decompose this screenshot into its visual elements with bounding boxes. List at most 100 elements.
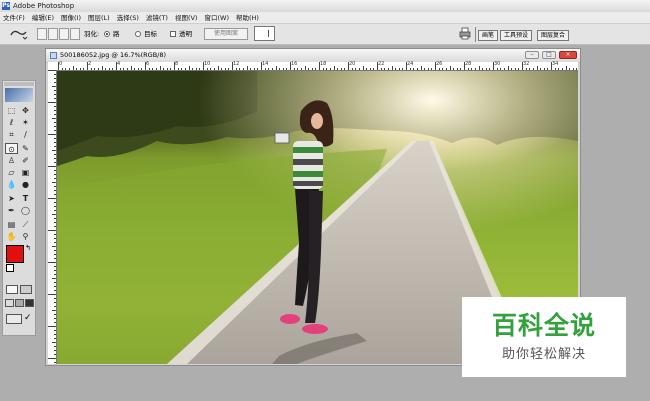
shape-tool-icon[interactable]: ◯ — [19, 205, 32, 216]
radio-target[interactable] — [135, 31, 141, 37]
photoshop-logo-icon: Ps — [2, 2, 10, 10]
tool-preset-picker[interactable] — [8, 27, 30, 41]
ruler-tick — [543, 68, 545, 70]
path-selection-tool-icon[interactable]: ➤ — [5, 193, 18, 204]
ruler-number: 34 — [552, 61, 559, 67]
gradient-tool-icon[interactable]: ▣ — [19, 167, 32, 178]
move-tool-icon[interactable]: ✥ — [19, 105, 32, 116]
ruler-tick — [48, 70, 56, 71]
new-selection-button[interactable] — [37, 28, 47, 40]
use-pattern-button[interactable]: 使用图案 — [204, 28, 248, 40]
crop-tool-icon[interactable]: ⌗ — [5, 129, 18, 140]
toolbox-grip[interactable] — [4, 82, 34, 86]
palette-tab-brushes[interactable]: 画笔 — [478, 30, 499, 41]
eyedropper-tool-icon[interactable]: ⟋ — [19, 219, 32, 230]
vertical-ruler[interactable] — [48, 70, 57, 364]
ruler-tick — [569, 68, 571, 70]
ruler-tick — [54, 282, 56, 283]
eraser-tool-icon[interactable]: ▱ — [5, 167, 18, 178]
palette-tab-layer-comps[interactable]: 图层复合 — [537, 30, 570, 41]
quick-mask-mode-icon[interactable] — [20, 285, 32, 294]
ruler-tick — [221, 68, 223, 70]
ruler-tick — [54, 206, 56, 207]
notes-tool-icon[interactable]: ▤ — [5, 219, 18, 230]
ruler-number: 16 — [291, 61, 298, 67]
add-selection-button[interactable] — [48, 28, 58, 40]
type-tool-icon[interactable]: T — [19, 193, 32, 204]
print-icon[interactable] — [458, 27, 472, 40]
ruler-tick — [511, 68, 513, 70]
history-brush-tool-icon[interactable]: ✐ — [19, 155, 32, 166]
radio-path[interactable] — [104, 31, 110, 37]
blur-tool-icon[interactable]: 💧 — [5, 179, 18, 190]
ruler-tick — [500, 68, 502, 70]
menu-file[interactable]: 文件(F) — [3, 13, 25, 23]
foreground-color-swatch[interactable] — [6, 245, 24, 263]
ruler-tick — [453, 68, 455, 70]
ruler-tick — [478, 66, 480, 70]
subtract-selection-button[interactable] — [59, 28, 69, 40]
ruler-tick — [253, 68, 255, 70]
ruler-tick — [271, 68, 273, 70]
ruler-tick — [123, 68, 125, 70]
patch-tool-icon-selected[interactable]: ⊙ — [5, 143, 18, 154]
lasso-tool-icon[interactable]: ℓ — [5, 117, 18, 128]
ruler-tick — [141, 68, 143, 70]
ruler-number: 28 — [465, 61, 472, 67]
ruler-tick — [54, 250, 56, 251]
ruler-tick — [94, 68, 96, 70]
watermark-logo: 百科全说 助你轻松解决 — [462, 297, 626, 377]
menu-layer[interactable]: 图层(L) — [88, 13, 110, 23]
menu-window[interactable]: 窗口(W) — [204, 13, 229, 23]
standard-mode-icon[interactable] — [6, 285, 18, 294]
menu-help[interactable]: 帮助(H) — [236, 13, 259, 23]
ruler-tick — [391, 66, 393, 70]
intersect-selection-button[interactable] — [70, 28, 80, 40]
ruler-tick — [522, 62, 523, 70]
pattern-picker[interactable] — [254, 26, 275, 41]
feather-logo-icon[interactable] — [5, 88, 33, 102]
marquee-tool-icon[interactable]: ⬚ — [5, 105, 18, 116]
ruler-tick — [485, 68, 487, 70]
default-colors-icon[interactable] — [6, 264, 14, 272]
minimize-button[interactable]: – — [525, 51, 539, 59]
zoom-tool-icon[interactable]: ⚲ — [19, 231, 32, 242]
screen-mode-full-icon[interactable] — [25, 299, 34, 307]
menu-select[interactable]: 选择(S) — [117, 13, 139, 23]
radio-target-label: 目标 — [144, 30, 157, 38]
swap-colors-icon[interactable]: ↰ — [25, 244, 31, 252]
maximize-button[interactable]: □ — [542, 51, 556, 59]
menu-edit[interactable]: 编辑(E) — [32, 13, 54, 23]
ruler-tick — [416, 68, 418, 70]
palette-tab-tool-presets[interactable]: 工具预设 — [500, 30, 533, 41]
close-button[interactable]: × — [559, 51, 577, 59]
ruler-tick — [435, 62, 436, 70]
menu-filter[interactable]: 滤镜(T) — [146, 13, 168, 23]
ruler-tick — [496, 68, 498, 70]
hand-tool-icon[interactable]: ✋ — [5, 231, 18, 242]
magic-wand-tool-icon[interactable]: ✶ — [19, 117, 32, 128]
ruler-tick — [54, 122, 56, 123]
brush-tool-icon[interactable]: ✎ — [19, 143, 32, 154]
ruler-tick — [192, 68, 194, 70]
clone-stamp-tool-icon[interactable]: ♙ — [5, 155, 18, 166]
transparent-checkbox[interactable] — [170, 31, 176, 37]
menu-image[interactable]: 图像(I) — [61, 13, 81, 23]
ruler-tick — [576, 68, 578, 70]
ruler-tick — [351, 68, 353, 70]
horizontal-ruler[interactable]: 0 2 4 6 8 10 12 14 16 18 20 22 24 26 28 30 32 34 — [56, 62, 578, 71]
ruler-tick — [119, 68, 121, 70]
menu-view[interactable]: 视图(V) — [175, 13, 198, 23]
jump-to-imageready-icon[interactable] — [6, 314, 22, 324]
screen-mode-full-menu-icon[interactable] — [15, 299, 24, 307]
screen-mode-standard-icon[interactable] — [5, 299, 14, 307]
ruler-tick — [145, 62, 146, 70]
ruler-tick — [177, 68, 179, 70]
slice-tool-icon[interactable]: ∕ — [19, 129, 32, 140]
dodge-tool-icon[interactable]: ● — [19, 179, 32, 190]
ruler-tick — [319, 62, 320, 70]
ruler-tick — [48, 134, 56, 135]
pen-tool-icon[interactable]: ✒ — [5, 205, 18, 216]
ruler-tick — [547, 68, 549, 70]
ruler-tick — [54, 210, 56, 211]
